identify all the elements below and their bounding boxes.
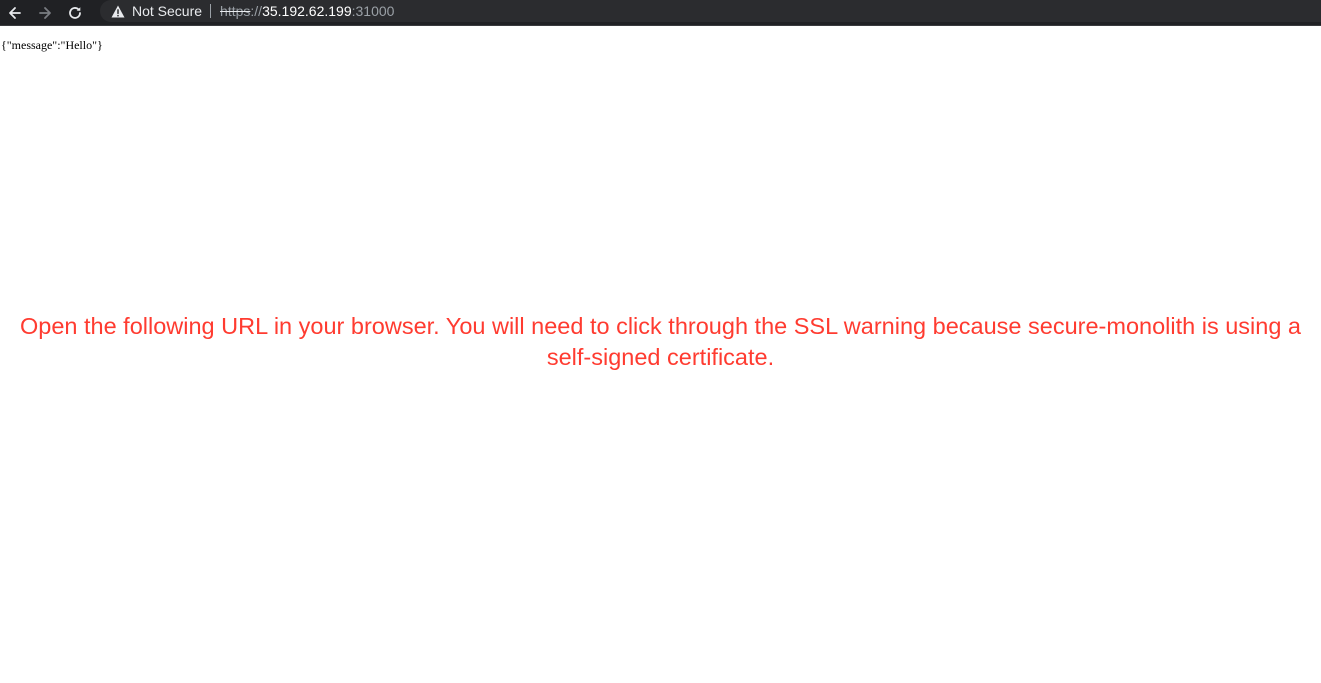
url-text[interactable]: https://35.192.62.199:31000 bbox=[220, 3, 394, 19]
address-bar[interactable]: Not Secure https://35.192.62.199:31000 bbox=[100, 0, 1321, 22]
reload-icon bbox=[67, 5, 83, 21]
url-port: :31000 bbox=[351, 3, 395, 19]
url-scheme: https bbox=[220, 3, 251, 19]
back-button[interactable] bbox=[0, 2, 30, 24]
security-status-label[interactable]: Not Secure bbox=[132, 3, 202, 19]
reload-button[interactable] bbox=[60, 2, 90, 24]
instruction-caption: Open the following URL in your browser. … bbox=[19, 313, 1302, 370]
json-response-text: {"message":"Hello"} bbox=[1, 38, 103, 52]
back-arrow-icon bbox=[7, 5, 23, 21]
forward-arrow-icon bbox=[37, 5, 53, 21]
browser-toolbar: Not Secure https://35.192.62.199:31000 bbox=[0, 0, 1321, 26]
warning-icon[interactable] bbox=[110, 3, 126, 19]
url-scheme-separator: :// bbox=[250, 3, 263, 19]
forward-button[interactable] bbox=[30, 2, 60, 24]
omnibox-divider bbox=[210, 4, 212, 18]
url-host: 35.192.62.199 bbox=[262, 3, 352, 19]
